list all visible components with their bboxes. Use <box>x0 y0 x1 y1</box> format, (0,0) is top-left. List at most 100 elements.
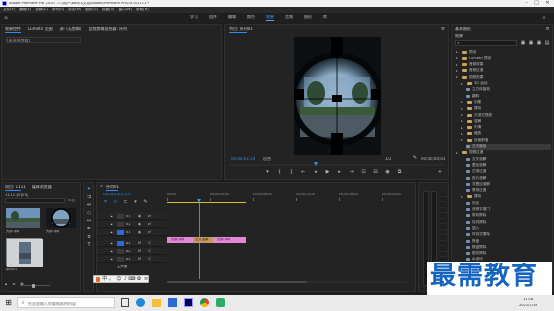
expand-arrow-icon[interactable]: ▸ <box>456 75 460 79</box>
effects-tree-item[interactable]: ▸ 擦除 <box>461 194 551 200</box>
effects-tree-item[interactable]: ▸ 音频效果 <box>456 62 551 68</box>
step-back-icon[interactable]: ◂ <box>313 170 318 175</box>
expand-arrow-icon[interactable]: ▸ <box>461 126 465 130</box>
track-sync-icon[interactable]: ⇄ <box>147 222 152 227</box>
source-tab-0[interactable]: 效果控件 <box>5 27 21 31</box>
windows-start-icon[interactable]: ⊞ <box>4 298 13 307</box>
project-thumb-1[interactable] <box>6 208 40 228</box>
effects-tree-item[interactable]: 时钟式擦除 <box>466 232 551 238</box>
effects-search-input[interactable] <box>455 40 517 46</box>
lift-icon[interactable]: ⊡ <box>361 170 366 175</box>
panel-menu-icon[interactable]: ≡ <box>439 26 447 32</box>
menu-item-4[interactable]: 标记(M) <box>68 8 81 12</box>
source-tab-1[interactable]: Lumetri 范围 <box>28 27 53 31</box>
clip-1[interactable]: 大屏.jpg <box>167 237 193 243</box>
effects-tree-item[interactable]: 黑场过渡 <box>466 188 551 194</box>
expand-arrow-icon[interactable]: ▸ <box>461 132 465 136</box>
menu-item-2[interactable]: 剪辑(C) <box>35 8 48 12</box>
menu-item-5[interactable]: 图形(G) <box>85 8 98 12</box>
workspace-tab-1[interactable]: 组件 <box>209 15 217 21</box>
32bit-effects-icon[interactable]: ▣ <box>528 40 534 46</box>
work-area-bar[interactable] <box>167 202 246 204</box>
track-sync-icon[interactable]: S <box>147 241 152 246</box>
effects-tree-item[interactable]: ▸ 溶解 <box>461 118 551 124</box>
effects-tree-item[interactable]: ▸ 页面剥落 <box>461 137 551 143</box>
premiere-taskbar-icon[interactable] <box>184 298 193 307</box>
ime-mic-icon[interactable]: ♪ <box>124 276 127 282</box>
go-to-out-icon[interactable]: ⇥ <box>349 170 354 175</box>
effects-tree-item[interactable]: ▸ 视频效果 <box>456 74 551 80</box>
effects-tree-item[interactable]: ▸ Lumetri 预设 <box>456 55 551 61</box>
add-marker-icon[interactable]: ▾ <box>133 199 138 204</box>
workspace-tab-5[interactable]: 音频 <box>285 15 293 21</box>
expand-arrow-icon[interactable]: ▸ <box>456 151 460 155</box>
workspace-tab-0[interactable]: 学习 <box>190 15 198 21</box>
effects-tree-item[interactable]: 径向擦除 <box>466 219 551 225</box>
track-sync-icon[interactable]: ⇄ <box>147 214 152 219</box>
effects-tree-item[interactable]: ▸ 音频过渡 <box>456 68 551 74</box>
effects-tab[interactable]: 效果 <box>455 34 463 38</box>
project-thumb-3[interactable] <box>6 238 43 267</box>
selection-tool-icon[interactable]: ➤ <box>86 186 92 192</box>
effects-tree-item[interactable]: 楔形擦除 <box>466 251 551 257</box>
expand-arrow-icon[interactable]: ▸ <box>456 69 460 73</box>
program-timecode[interactable]: 00;00;01;14 <box>231 157 255 161</box>
razor-tool-icon[interactable]: ◇ <box>86 210 92 216</box>
workspace-tab-4[interactable]: 效果 <box>266 15 274 21</box>
expand-arrow-icon[interactable]: ▸ <box>461 119 465 123</box>
menu-item-7[interactable]: 窗口(W) <box>118 8 132 12</box>
expand-arrow-icon[interactable]: ▸ <box>456 50 460 54</box>
ime-emoji-icon[interactable]: ☺ <box>116 276 121 282</box>
type-tool-icon[interactable]: T <box>86 242 92 248</box>
track-sync-icon[interactable]: S <box>147 249 152 254</box>
track-eye-icon[interactable]: M <box>137 241 142 246</box>
maximize-icon[interactable]: □ <box>532 0 541 7</box>
file-explorer-icon[interactable] <box>152 299 161 307</box>
ime-toolbar[interactable]: 中 。 ☺ ♪ ⌨ ✿ ≡ <box>93 275 149 283</box>
fit-dropdown[interactable]: 适合 <box>263 157 271 161</box>
effects-tree-item[interactable]: 交叉缩放 <box>466 143 551 150</box>
program-title[interactable]: 节目: 序列01 <box>229 27 253 31</box>
expand-arrow-icon[interactable]: ▸ <box>461 82 465 86</box>
menu-item-8[interactable]: 帮助(H) <box>136 8 149 12</box>
task-view-icon[interactable] <box>121 298 129 307</box>
project-tab-1[interactable]: 媒体浏览器 <box>32 185 52 189</box>
nest-icon[interactable]: ⌗ <box>103 199 108 204</box>
workspace-tab-3[interactable]: 颜色 <box>247 15 255 21</box>
effects-tree-item[interactable]: ▸ 视频过渡 <box>456 150 551 156</box>
effects-tree-item[interactable]: 白场过渡 <box>466 169 551 175</box>
track-target[interactable] <box>117 230 124 235</box>
effects-tree-item[interactable]: ▸ 内滑 <box>461 125 551 131</box>
chrome-icon[interactable] <box>200 298 209 307</box>
workspace-tab-7[interactable]: 库 <box>323 15 327 21</box>
expand-arrow-icon[interactable]: ▸ <box>461 107 465 111</box>
home-icon[interactable]: ⌂ <box>3 15 9 21</box>
comparison-icon[interactable]: ⧉ <box>397 170 402 175</box>
track-eye-icon[interactable]: M <box>137 249 142 254</box>
effects-tree-item[interactable]: 双侧平推门 <box>466 207 551 213</box>
play-icon[interactable]: ▶ <box>325 170 330 175</box>
expand-arrow-icon[interactable]: ▸ <box>456 56 460 60</box>
track-sync-icon[interactable]: ⇄ <box>147 230 152 235</box>
marker-icon[interactable]: ▾ <box>265 170 270 175</box>
menu-item-3[interactable]: 序列(S) <box>52 8 64 12</box>
expand-arrow-icon[interactable]: ▸ <box>461 113 465 117</box>
timeline-ruler[interactable]: 00;00 00;00;04;00 00;00;08;00 00;00;12;00 00… <box>167 193 412 201</box>
track-target[interactable] <box>117 241 124 246</box>
taskbar-search-input[interactable]: ⌕ 在这里输入你要搜索的内容 <box>17 297 115 308</box>
track-sync-icon[interactable]: S <box>147 257 152 262</box>
effects-tree-item[interactable]: 非叠加溶解 <box>466 181 551 187</box>
clip-2[interactable]: 大屏.jpg <box>213 237 246 243</box>
taskbar-time[interactable]: 11:18 <box>523 298 533 302</box>
essential-graphics-title[interactable]: 基本图形 <box>455 27 471 31</box>
slip-tool-icon[interactable]: ↔ <box>86 218 92 224</box>
effects-tree-item[interactable]: ▸ 沉浸式视频 <box>461 112 551 118</box>
track-lock-icon[interactable]: 🔒︎ <box>109 222 114 227</box>
effects-tree-item[interactable]: 棋盘 <box>466 238 551 244</box>
track-lock-icon[interactable]: 🔒︎ <box>109 257 114 262</box>
wrench-icon[interactable]: ✎ <box>412 156 418 161</box>
ime-menu-icon[interactable]: ≡ <box>144 276 148 282</box>
pen-tool-icon[interactable]: ✒ <box>86 226 92 232</box>
track-lock-icon[interactable]: 🔒︎ <box>109 214 114 219</box>
mark-out-icon[interactable]: } <box>289 170 294 175</box>
